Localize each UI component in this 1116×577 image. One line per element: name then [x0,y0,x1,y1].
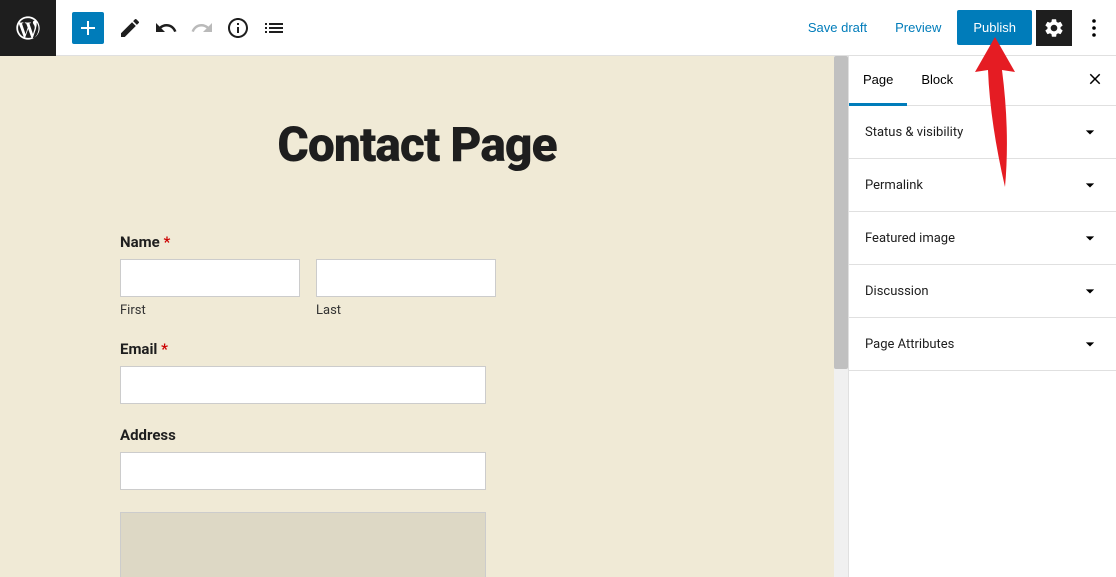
panel-label: Discussion [865,284,929,299]
publish-button[interactable]: Publish [957,10,1032,45]
list-icon [262,16,286,40]
save-draft-button[interactable]: Save draft [796,12,879,43]
undo-icon [154,16,178,40]
edit-tool-button[interactable] [112,10,148,46]
more-options-button[interactable] [1076,10,1112,46]
toolbar-actions: Save draft Preview Publish [796,10,1116,46]
plus-icon [76,16,100,40]
address-label: Address [120,426,634,444]
editor-wrap: Contact Page Name * First Last [0,56,848,577]
page-title[interactable]: Contact Page [0,116,834,173]
required-mark: * [163,233,170,251]
tool-buttons [56,10,292,46]
editor-toolbar: Save draft Preview Publish [0,0,1116,56]
editor-canvas[interactable]: Contact Page Name * First Last [0,56,834,577]
redo-icon [190,16,214,40]
panel-label: Page Attributes [865,337,954,352]
chevron-down-icon [1080,175,1100,195]
chevron-down-icon [1080,122,1100,142]
panel-page-attributes[interactable]: Page Attributes [849,318,1116,371]
info-icon [226,16,250,40]
undo-button[interactable] [148,10,184,46]
name-field: Name * First Last [120,233,634,318]
panel-label: Featured image [865,231,955,246]
contact-form: Name * First Last Email * [100,233,834,577]
panel-permalink[interactable]: Permalink [849,159,1116,212]
email-label: Email * [120,340,634,358]
panel-status-visibility[interactable]: Status & visibility [849,106,1116,159]
required-mark: * [161,340,168,358]
close-icon [1086,70,1104,88]
sidebar-tabs: Page Block [849,56,1116,106]
scrollbar[interactable] [834,56,848,577]
outline-button[interactable] [256,10,292,46]
panel-label: Permalink [865,178,923,193]
settings-sidebar: Page Block Status & visibility Permalink… [848,56,1116,577]
redo-button [184,10,220,46]
email-input[interactable] [120,366,486,404]
name-label: Name * [120,233,634,251]
gear-icon [1043,17,1065,39]
add-block-button[interactable] [72,12,104,44]
tab-page[interactable]: Page [849,56,907,106]
pencil-icon [118,16,142,40]
address-textarea[interactable] [120,512,486,577]
address-field: Address [120,426,634,490]
wp-logo[interactable] [0,0,56,56]
wordpress-icon [14,14,42,42]
preview-button[interactable]: Preview [883,12,953,43]
workspace: Contact Page Name * First Last [0,56,1116,577]
panel-featured-image[interactable]: Featured image [849,212,1116,265]
last-name-input[interactable] [316,259,496,297]
dots-vertical-icon [1082,16,1106,40]
close-sidebar-button[interactable] [1074,58,1116,103]
info-button[interactable] [220,10,256,46]
panel-label: Status & visibility [865,125,963,140]
first-name-input[interactable] [120,259,300,297]
settings-button[interactable] [1036,10,1072,46]
email-field: Email * [120,340,634,404]
panel-discussion[interactable]: Discussion [849,265,1116,318]
address-input[interactable] [120,452,486,490]
tab-block[interactable]: Block [907,56,967,106]
chevron-down-icon [1080,281,1100,301]
last-sub-label: Last [316,303,496,318]
chevron-down-icon [1080,334,1100,354]
chevron-down-icon [1080,228,1100,248]
first-sub-label: First [120,303,300,318]
